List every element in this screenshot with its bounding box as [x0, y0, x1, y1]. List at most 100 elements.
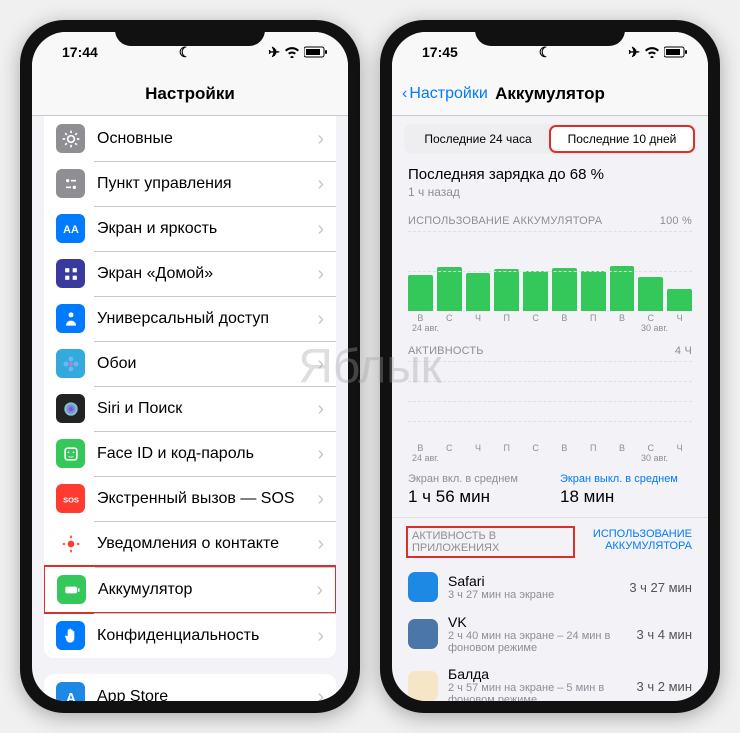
activity-title: АКТИВНОСТЬ: [408, 345, 484, 357]
battery-usage-chart[interactable]: [392, 231, 708, 311]
svg-text:SOS: SOS: [63, 495, 79, 504]
chevron-right-icon: ›: [317, 534, 324, 554]
AA-icon: AA: [56, 214, 85, 243]
moon-icon: ☾: [539, 44, 552, 61]
settings-row-grid[interactable]: Экран «Домой»›: [44, 251, 336, 296]
app-name: VK: [448, 614, 627, 630]
app-row[interactable]: Safari3 ч 27 мин на экране 3 ч 27 мин: [392, 566, 708, 608]
status-time: 17:45: [422, 44, 458, 60]
chevron-right-icon: ›: [317, 354, 324, 374]
back-button[interactable]: ‹ Настройки: [402, 85, 488, 103]
activity-max-label: 4 ч: [675, 345, 692, 357]
phone-left: 17:44 ☾ ✈ Настройки Основные›Пункт управ…: [20, 20, 360, 713]
status-time: 17:44: [62, 44, 98, 60]
battery-content[interactable]: Последние 24 часа Последние 10 дней Посл…: [392, 116, 708, 701]
settings-list[interactable]: Основные›Пункт управления›AAЭкран и ярко…: [32, 116, 348, 701]
app-time: 3 ч 2 мин: [637, 679, 692, 694]
svg-text:AA: AA: [63, 224, 79, 236]
row-label: Экстренный вызов — SOS: [97, 490, 317, 508]
app-row[interactable]: VK2 ч 40 мин на экране – 24 мин в фоново…: [392, 608, 708, 660]
app-name: Safari: [448, 573, 619, 589]
date-a: 24 авг.: [412, 323, 439, 333]
settings-row-hand[interactable]: Конфиденциальность›: [44, 613, 336, 658]
app-detail: 2 ч 40 мин на экране – 24 мин в фоновом …: [448, 630, 627, 654]
activity-tabs[interactable]: АКТИВНОСТЬ В ПРИЛОЖЕНИЯХ ИСПОЛЬЗОВАНИЕ А…: [392, 518, 708, 566]
settings-row-battery[interactable]: Аккумулятор›: [44, 565, 336, 614]
battery-icon: [57, 575, 86, 604]
tab-activity-apps[interactable]: АКТИВНОСТЬ В ПРИЛОЖЕНИЯХ: [408, 528, 573, 556]
last-charge: Последняя зарядка до 68 % 1 ч назад: [392, 162, 708, 203]
settings-row-faceid[interactable]: Face ID и код-пароль›: [44, 431, 336, 476]
chevron-right-icon: ›: [317, 129, 324, 149]
date-a2: 24 авг.: [412, 453, 439, 463]
row-label: Конфиденциальность: [97, 627, 317, 645]
last-charge-ago: 1 ч назад: [408, 185, 692, 199]
usage-max-label: 100 %: [660, 215, 692, 227]
app-list: Safari3 ч 27 мин на экране 3 ч 27 мин VK2 …: [392, 566, 708, 701]
chevron-right-icon: ›: [317, 264, 324, 284]
phone-right: 17:45 ☾ ✈ ‹ Настройки Аккумулятор Послед…: [380, 20, 720, 713]
settings-row-AA[interactable]: AA Экран и яркость›: [44, 206, 336, 251]
screen-on-val: 1 ч 56 мин: [408, 487, 540, 507]
row-label: Экран «Домой»: [97, 265, 317, 283]
grid-icon: [56, 259, 85, 288]
settings-row-sun[interactable]: Уведомления о контакте›: [44, 521, 336, 566]
chevron-right-icon: ›: [317, 687, 324, 702]
chevron-right-icon: ›: [317, 174, 324, 194]
navbar: ‹ Настройки Аккумулятор: [392, 72, 708, 116]
moon-icon: ☾: [179, 44, 192, 61]
chevron-right-icon: ›: [317, 309, 324, 329]
app-icon: [408, 671, 438, 701]
settings-row-gear[interactable]: Основные›: [44, 116, 336, 161]
app-icon: [408, 572, 438, 602]
app-row[interactable]: Балда2 ч 57 мин на экране – 5 мин в фоно…: [392, 660, 708, 701]
settings-row-SOS[interactable]: SOS Экстренный вызов — SOS›: [44, 476, 336, 521]
chevron-right-icon: ›: [317, 444, 324, 464]
airplane-icon: ✈: [268, 44, 280, 61]
wifi-icon: [284, 46, 300, 58]
chevron-right-icon: ›: [317, 489, 324, 509]
seg-10d[interactable]: Последние 10 дней: [550, 126, 694, 152]
chevron-right-icon: ›: [317, 399, 324, 419]
battery-icon: [304, 46, 328, 58]
chevron-right-icon: ›: [316, 580, 323, 600]
row-label: Обои: [97, 355, 317, 373]
wifi-icon: [644, 46, 660, 58]
navbar: Настройки: [32, 72, 348, 116]
date-b: 30 авг.: [641, 323, 668, 333]
app-time: 3 ч 4 мин: [637, 627, 692, 642]
row-label: App Store: [97, 688, 317, 702]
settings-row-person[interactable]: Универсальный доступ›: [44, 296, 336, 341]
row-label: Siri и Поиск: [97, 400, 317, 418]
app-icon: [408, 619, 438, 649]
page-title: Аккумулятор: [495, 84, 605, 104]
siri-icon: [56, 394, 85, 423]
person-icon: [56, 304, 85, 333]
faceid-icon: [56, 439, 85, 468]
settings-row-A[interactable]: AApp Store›: [44, 674, 336, 701]
page-title: Настройки: [145, 84, 235, 104]
sun-icon: [56, 529, 85, 558]
usage-title: ИСПОЛЬЗОВАНИЕ АККУМУЛЯТОРА: [408, 215, 602, 227]
chevron-left-icon: ‹: [402, 85, 407, 103]
activity-chart[interactable]: [392, 361, 708, 441]
chevron-right-icon: ›: [317, 219, 324, 239]
hand-icon: [56, 621, 85, 650]
chevron-right-icon: ›: [317, 626, 324, 646]
tab-battery-usage[interactable]: ИСПОЛЬЗОВАНИЕ АККУМУЛЯТОРА: [593, 528, 692, 556]
back-label: Настройки: [409, 85, 487, 103]
screen-off-val: 18 мин: [560, 487, 692, 507]
app-detail: 3 ч 27 мин на экране: [448, 589, 619, 601]
row-label: Основные: [97, 130, 317, 148]
last-charge-text: Последняя зарядка до 68 %: [408, 166, 692, 183]
time-range-segment[interactable]: Последние 24 часа Последние 10 дней: [404, 124, 696, 154]
app-time: 3 ч 27 мин: [629, 580, 692, 595]
settings-row-siri[interactable]: Siri и Поиск›: [44, 386, 336, 431]
seg-24h[interactable]: Последние 24 часа: [406, 126, 550, 152]
flower-icon: [56, 349, 85, 378]
row-label: Экран и яркость: [97, 220, 317, 238]
settings-row-switches[interactable]: Пункт управления›: [44, 161, 336, 206]
settings-row-flower[interactable]: Обои›: [44, 341, 336, 386]
screen-on-label: Экран вкл. в среднем: [408, 473, 540, 485]
battery-icon: [664, 46, 688, 58]
